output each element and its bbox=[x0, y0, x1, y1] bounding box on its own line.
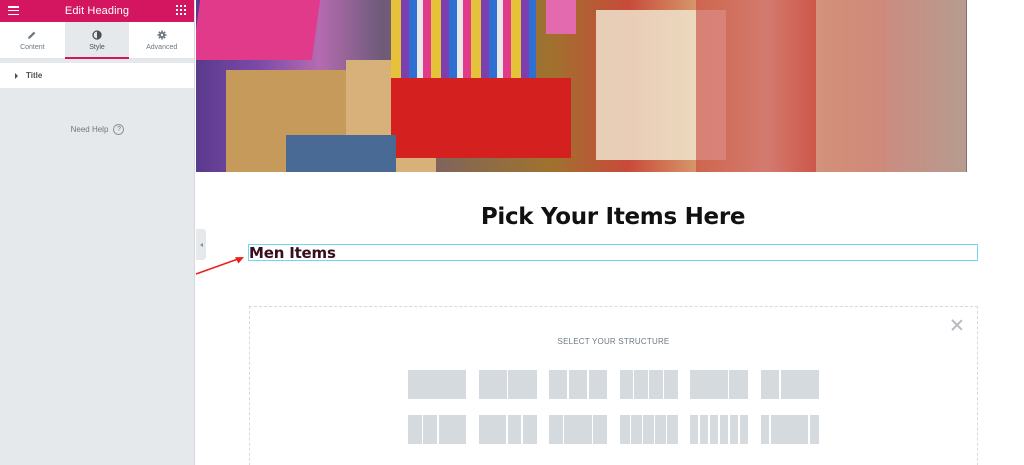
structure-preset[interactable] bbox=[760, 370, 819, 399]
pencil-icon bbox=[27, 29, 37, 41]
structure-preset[interactable] bbox=[478, 370, 537, 399]
tab-advanced-label: Advanced bbox=[146, 44, 178, 51]
structure-preset[interactable] bbox=[690, 370, 748, 399]
tab-content[interactable]: Content bbox=[0, 22, 65, 58]
structure-preset[interactable] bbox=[478, 415, 537, 444]
need-help-label: Need Help bbox=[70, 125, 109, 134]
structure-title: SELECT YOUR STRUCTURE bbox=[557, 337, 670, 346]
page-heading[interactable]: Pick Your Items Here bbox=[260, 204, 966, 230]
tab-content-label: Content bbox=[20, 44, 45, 51]
structure-preset[interactable] bbox=[619, 415, 678, 444]
structure-preset[interactable] bbox=[408, 370, 466, 399]
editor-panel: Edit Heading Content Style Advanced Titl… bbox=[0, 0, 195, 465]
structure-preset[interactable] bbox=[760, 415, 819, 444]
tab-style[interactable]: Style bbox=[64, 22, 130, 59]
structure-preset[interactable] bbox=[549, 415, 607, 444]
panel-title: Edit Heading bbox=[64, 5, 130, 17]
selected-heading[interactable]: Men Items bbox=[249, 244, 336, 262]
structure-preset[interactable] bbox=[619, 370, 678, 399]
tab-style-label: Style bbox=[89, 44, 105, 51]
caret-right-icon bbox=[15, 72, 18, 79]
hamburger-menu-icon[interactable] bbox=[8, 6, 19, 16]
question-circle-icon: ? bbox=[113, 124, 125, 135]
need-help-link[interactable]: Need Help ? bbox=[0, 124, 195, 135]
editor-window: Edit Heading Content Style Advanced Titl… bbox=[0, 0, 1024, 465]
widgets-grid-icon[interactable] bbox=[176, 5, 186, 15]
contrast-icon bbox=[92, 29, 102, 41]
structure-preset[interactable] bbox=[549, 370, 607, 399]
structure-preset[interactable] bbox=[690, 415, 749, 444]
panel-header: Edit Heading bbox=[0, 0, 194, 22]
title-section-label: Title bbox=[26, 71, 43, 80]
hero-image bbox=[196, 0, 967, 172]
gear-icon bbox=[157, 29, 167, 41]
annotation-arrow-icon bbox=[195, 257, 244, 275]
close-icon[interactable] bbox=[951, 319, 963, 331]
panel-tabs: Content Style Advanced bbox=[0, 22, 194, 59]
structure-preset[interactable] bbox=[408, 415, 466, 444]
title-section-toggle[interactable]: Title bbox=[0, 63, 194, 89]
select-structure-panel: SELECT YOUR STRUCTURE bbox=[249, 306, 978, 465]
tab-advanced[interactable]: Advanced bbox=[129, 22, 194, 58]
selected-widget-outline[interactable] bbox=[248, 244, 978, 261]
